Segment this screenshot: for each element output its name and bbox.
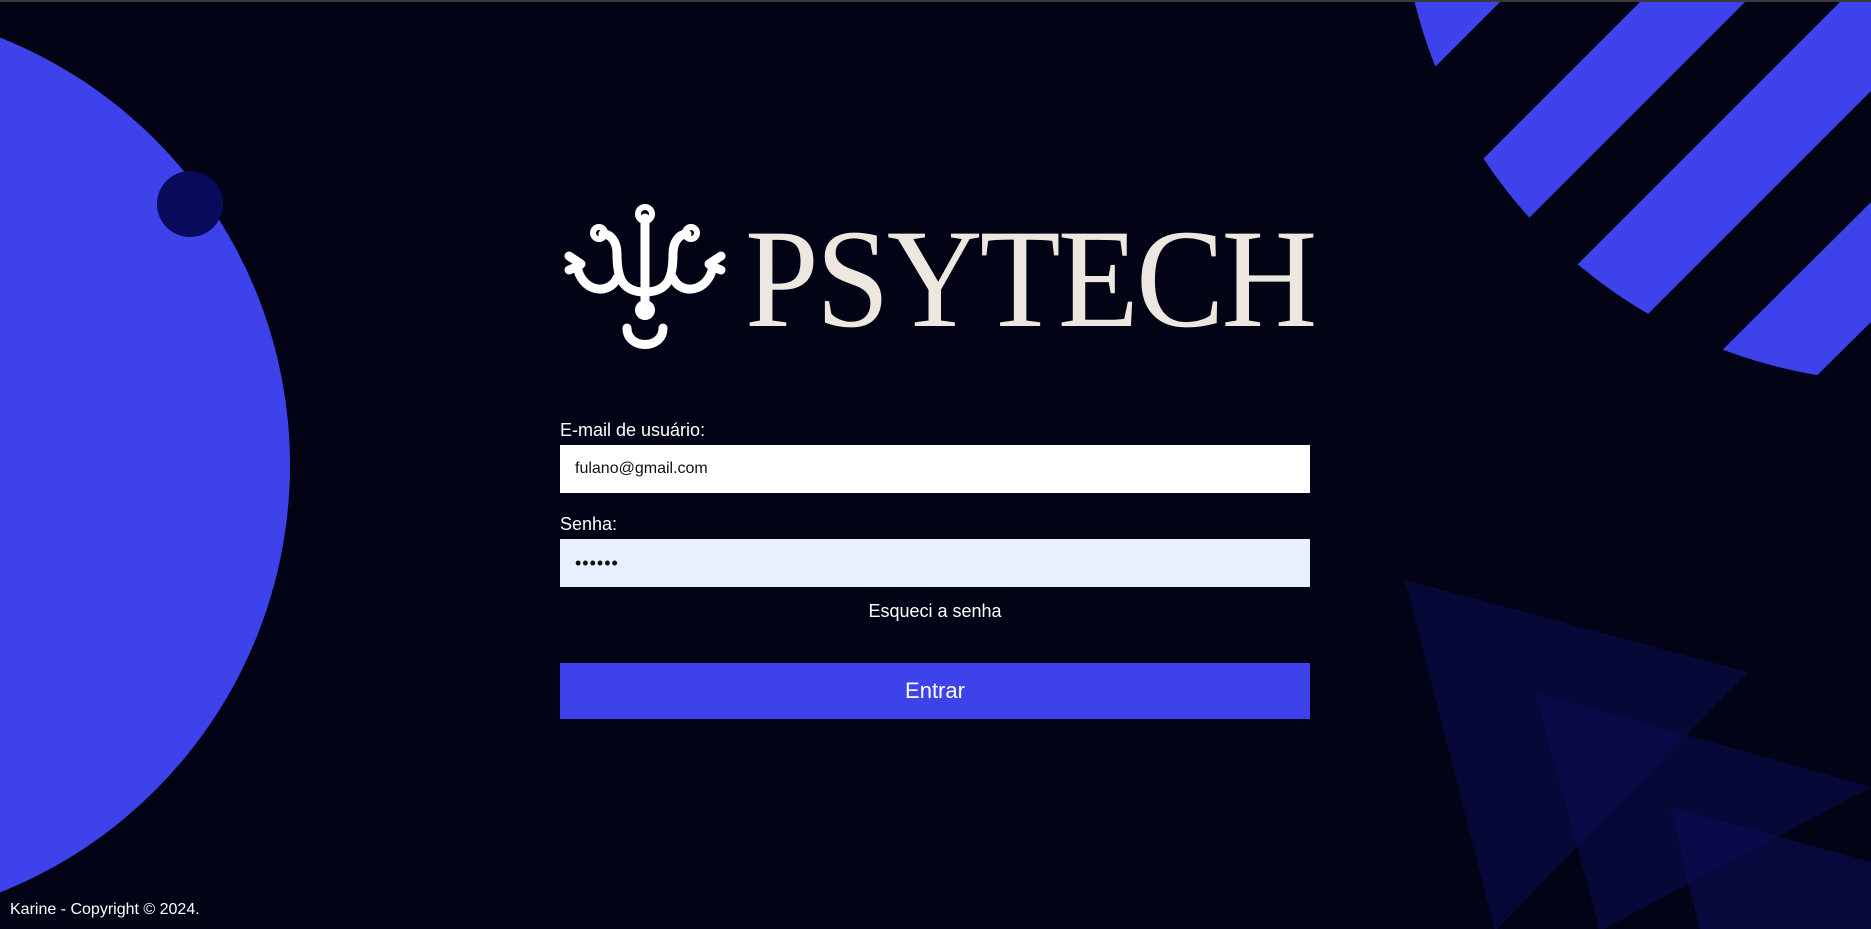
login-page: PSYTECH E-mail de usuário: Senha: Esquec… (0, 0, 1871, 929)
small-dark-circle-shape (157, 171, 223, 237)
psi-symbol-icon (564, 204, 726, 349)
login-button[interactable]: Entrar (560, 663, 1310, 719)
brand-name: PSYTECH (745, 201, 1317, 357)
login-form: E-mail de usuário: Senha: Esqueci a senh… (560, 419, 1310, 719)
diagonal-stripes-shape (1400, 2, 1871, 382)
password-label: Senha: (560, 514, 618, 534)
forgot-password-link[interactable]: Esqueci a senha (560, 601, 1310, 622)
footer-copyright: Karine - Copyright © 2024. (10, 901, 200, 918)
email-label: E-mail de usuário: (560, 420, 706, 440)
password-field[interactable] (560, 539, 1310, 587)
brand-logo: PSYTECH (559, 204, 1317, 364)
email-field[interactable] (560, 445, 1310, 493)
left-circle-shape (0, 37, 290, 893)
